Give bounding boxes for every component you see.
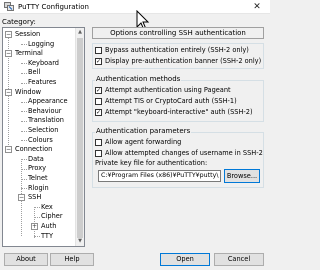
tree-item-colours[interactable]: Colours (28, 136, 53, 145)
tree-toggle-icon[interactable]: − (5, 31, 12, 38)
tree-item-connection[interactable]: Connection (15, 145, 52, 154)
pageant-check-box[interactable]: ✓ (95, 87, 102, 94)
tree-item-features[interactable]: Features (28, 78, 56, 87)
tree-item-rlogin[interactable]: Rlogin (28, 184, 49, 193)
tree-item-cipher[interactable]: Cipher (41, 212, 63, 221)
private-key-input[interactable]: C:¥Program Files (x86)¥PuTTY¥putty\ (98, 170, 221, 182)
tree-guide-line (21, 130, 27, 132)
tree-guide-line (21, 140, 27, 142)
tree-guide-line (34, 207, 40, 209)
tree-guide-line (21, 168, 27, 170)
tree-toggle-icon[interactable]: − (18, 194, 25, 202)
tree-item-terminal[interactable]: Terminal (15, 49, 43, 58)
tree-item-auth[interactable]: Auth (41, 222, 56, 231)
tree-toggle-icon[interactable]: − (5, 50, 12, 58)
auth-params-title: Authentication parameters (95, 127, 192, 135)
tree-guide-line (21, 63, 27, 65)
cancel-button[interactable]: Cancel (214, 253, 264, 266)
tree-item-window[interactable]: Window (15, 88, 41, 97)
tree-guide-line (21, 188, 27, 190)
tree-item-tty[interactable]: TTY (41, 232, 53, 241)
scroll-down-icon[interactable]: ▼ (76, 237, 84, 246)
tree-item-selection[interactable]: Selection (28, 126, 58, 135)
help-button[interactable]: Help (50, 253, 94, 266)
tree-guide-line (21, 44, 27, 46)
tree-toggle-icon[interactable]: − (5, 146, 12, 154)
agent-forwarding-check-box[interactable] (95, 139, 102, 146)
about-button[interactable]: About (4, 253, 48, 266)
scroll-up-icon[interactable]: ▲ (76, 28, 84, 37)
tree-guide-line (34, 216, 40, 218)
title-bar: PuTTY Configuration ✕ (0, 0, 270, 14)
tree-item-proxy[interactable]: Proxy (28, 164, 46, 173)
tree-item-translation[interactable]: Translation (28, 116, 64, 125)
tree-item-telnet[interactable]: Telnet (28, 174, 48, 183)
close-button[interactable]: ✕ (244, 0, 270, 14)
tree-item-logging[interactable]: Logging (28, 40, 54, 49)
browse-button[interactable]: Browse... (224, 169, 260, 183)
tree-toggle-icon[interactable]: + (31, 223, 38, 230)
tree-item-data[interactable]: Data (28, 155, 44, 164)
tis-check-box[interactable] (95, 98, 102, 105)
tree-guide-line (21, 120, 27, 122)
tree-guide-line (21, 111, 27, 113)
auth-methods-title: Authentication methods (95, 75, 182, 83)
tree-item-behaviour[interactable]: Behaviour (28, 107, 61, 116)
tree-toggle-icon[interactable]: − (5, 88, 12, 96)
panel-header: Options controlling SSH authentication (92, 27, 264, 39)
keyboard-interactive-check-box[interactable]: ✓ (95, 109, 102, 116)
open-button[interactable]: Open (160, 253, 210, 266)
tree-guide-line (21, 159, 27, 161)
tree-item-keyboard[interactable]: Keyboard (28, 59, 59, 68)
putty-app-icon (4, 2, 14, 11)
tree-guide-line (21, 82, 27, 84)
tree-guide-line (21, 72, 27, 74)
tree-guide-line (21, 178, 27, 180)
tree-item-appearance[interactable]: Appearance (28, 97, 68, 106)
category-label: Category: (2, 18, 36, 26)
tree-guide-line (21, 101, 27, 103)
tree-guide-line (34, 236, 40, 238)
category-tree[interactable]: ▲ ▼ − Session Logging − Terminal Keyboard Bell… (2, 27, 85, 247)
display-banner-check-box[interactable]: ✓ (95, 58, 102, 65)
bypass-auth-check-box[interactable] (95, 47, 102, 54)
tree-item-bell[interactable]: Bell (28, 68, 40, 77)
tree-item-kex[interactable]: Kex (41, 203, 53, 212)
window-title: PuTTY Configuration (18, 3, 89, 11)
tree-item-ssh[interactable]: SSH (28, 193, 41, 202)
tree-scrollbar[interactable]: ▲ ▼ (75, 28, 84, 246)
username-changes-check-box[interactable] (95, 150, 102, 157)
tree-item-session[interactable]: Session (15, 30, 40, 39)
scroll-thumb[interactable] (77, 38, 83, 238)
